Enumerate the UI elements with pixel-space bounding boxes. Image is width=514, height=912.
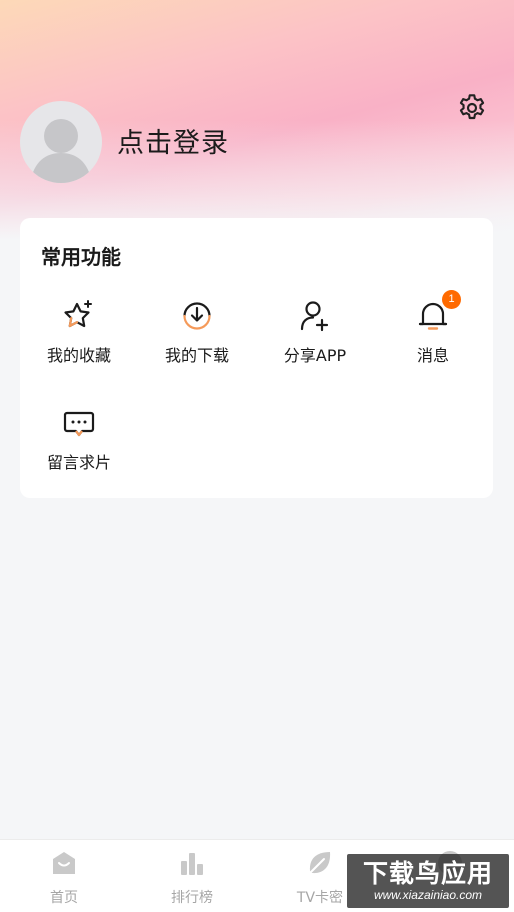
watermark-url: www.xiazainiao.com: [373, 888, 483, 902]
favorites-label: 我的收藏: [46, 346, 111, 365]
tab-home-label: 首页: [50, 890, 78, 906]
favorites-button[interactable]: 我的收藏: [20, 296, 138, 386]
downloads-label: 我的下载: [164, 346, 229, 365]
messages-label: 消息: [416, 346, 449, 365]
watermark-logo: 下载鸟应用 www.xiazainiao.com: [347, 854, 509, 908]
card-title: 常用功能: [41, 245, 121, 269]
login-prompt[interactable]: 点击登录: [117, 126, 229, 162]
request-movie-label: 留言求片: [46, 453, 111, 472]
message-count-badge: 1: [442, 290, 461, 309]
leaf-icon: [309, 852, 331, 874]
avatar[interactable]: [20, 101, 102, 183]
default-user-avatar-icon: [30, 119, 92, 183]
watermark-title: 下载鸟应用: [362, 859, 493, 888]
download-icon: [183, 302, 211, 330]
tab-home[interactable]: 首页: [0, 848, 128, 908]
bar-chart-icon: [181, 853, 203, 875]
messages-button[interactable]: 1 消息: [374, 290, 492, 386]
request-movie-button[interactable]: 留言求片: [20, 403, 138, 493]
user-add-icon: [300, 301, 329, 332]
tab-ranking[interactable]: 排行榜: [128, 848, 256, 908]
tab-tv-card-label: TV卡密: [296, 890, 344, 906]
share-app-label: 分享APP: [283, 346, 347, 365]
downloads-button[interactable]: 我的下载: [138, 296, 256, 386]
chat-bubble-icon: [63, 411, 95, 437]
gear-icon: [459, 94, 485, 120]
settings-button[interactable]: [454, 90, 490, 126]
share-app-button[interactable]: 分享APP: [256, 296, 374, 386]
tab-ranking-label: 排行榜: [171, 890, 213, 906]
common-functions-card: 常用功能 我的收藏 我的下载 分享APP 1 消息 留言求片: [20, 218, 493, 498]
home-icon: [53, 852, 75, 874]
star-icon: [64, 300, 92, 328]
